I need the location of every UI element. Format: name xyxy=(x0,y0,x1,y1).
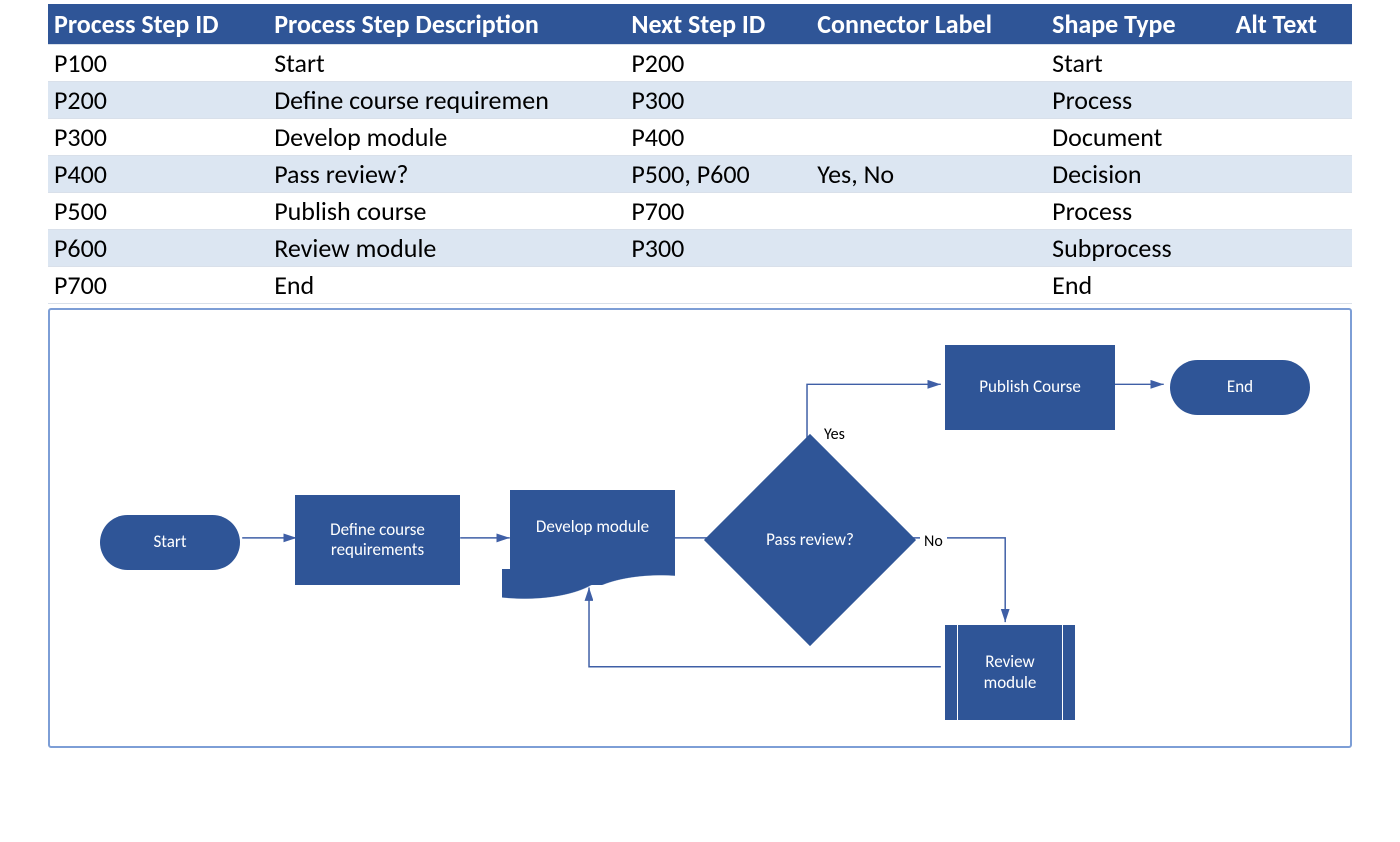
table-row: P600 Review module P300 Subprocess xyxy=(48,230,1352,267)
col-next-id: Next Step ID xyxy=(625,4,811,45)
cell-step-id: P600 xyxy=(48,230,268,267)
shape-end: End xyxy=(1170,360,1310,415)
cell-connector xyxy=(811,230,1046,267)
shape-label: Publish Course xyxy=(979,377,1081,397)
cell-connector xyxy=(811,193,1046,230)
cell-alt xyxy=(1230,267,1352,304)
cell-connector xyxy=(811,82,1046,119)
cell-step-id: P500 xyxy=(48,193,268,230)
cell-shape: Subprocess xyxy=(1046,230,1229,267)
cell-shape: Process xyxy=(1046,82,1229,119)
shape-develop-module: Develop module xyxy=(510,490,675,585)
table-row: P700 End End xyxy=(48,267,1352,304)
cell-step-id: P100 xyxy=(48,45,268,82)
cell-alt xyxy=(1230,45,1352,82)
shape-label: Develop module xyxy=(536,517,649,537)
process-table: Process Step ID Process Step Description… xyxy=(48,4,1352,304)
cell-description: Pass review? xyxy=(268,156,625,193)
cell-alt xyxy=(1230,193,1352,230)
cell-description: Define course requiremen xyxy=(268,82,625,119)
col-alt: Alt Text xyxy=(1230,4,1352,45)
cell-step-id: P400 xyxy=(48,156,268,193)
table-row: P300 Develop module P400 Document xyxy=(48,119,1352,156)
shape-label: Define course requirements xyxy=(301,520,454,561)
shape-publish-course: Publish Course xyxy=(945,345,1115,430)
cell-next-id xyxy=(625,267,811,304)
cell-alt xyxy=(1230,82,1352,119)
flowchart-canvas: Start Define course requirements Develop… xyxy=(48,308,1352,748)
cell-next-id: P300 xyxy=(625,82,811,119)
cell-step-id: P300 xyxy=(48,119,268,156)
cell-next-id: P500, P600 xyxy=(625,156,811,193)
shape-label: Pass review? xyxy=(766,530,854,550)
cell-next-id: P700 xyxy=(625,193,811,230)
cell-description: Start xyxy=(268,45,625,82)
cell-shape: Document xyxy=(1046,119,1229,156)
cell-description: Develop module xyxy=(268,119,625,156)
table-row: P200 Define course requiremen P300 Proce… xyxy=(48,82,1352,119)
shape-define-requirements: Define course requirements xyxy=(295,495,460,585)
cell-connector xyxy=(811,267,1046,304)
shape-label: Start xyxy=(153,532,186,552)
cell-shape: Process xyxy=(1046,193,1229,230)
cell-description: End xyxy=(268,267,625,304)
cell-description: Publish course xyxy=(268,193,625,230)
cell-connector xyxy=(811,119,1046,156)
cell-alt xyxy=(1230,156,1352,193)
col-description: Process Step Description xyxy=(268,4,625,45)
cell-alt xyxy=(1230,230,1352,267)
shape-decision-pass-review: Pass review? xyxy=(735,465,885,615)
col-connector: Connector Label xyxy=(811,4,1046,45)
cell-next-id: P400 xyxy=(625,119,811,156)
shape-label: End xyxy=(1227,377,1253,397)
cell-connector xyxy=(811,45,1046,82)
shape-start: Start xyxy=(100,515,240,570)
shape-review-module: Review module xyxy=(945,625,1075,720)
cell-step-id: P700 xyxy=(48,267,268,304)
edge-label-no: No xyxy=(920,532,947,551)
cell-shape: Decision xyxy=(1046,156,1229,193)
cell-next-id: P200 xyxy=(625,45,811,82)
table-row: P400 Pass review? P500, P600 Yes, No Dec… xyxy=(48,156,1352,193)
cell-alt xyxy=(1230,119,1352,156)
table-row: P500 Publish course P700 Process xyxy=(48,193,1352,230)
connectors xyxy=(50,310,1350,746)
cell-description: Review module xyxy=(268,230,625,267)
cell-connector: Yes, No xyxy=(811,156,1046,193)
table-row: P100 Start P200 Start xyxy=(48,45,1352,82)
cell-next-id: P300 xyxy=(625,230,811,267)
cell-step-id: P200 xyxy=(48,82,268,119)
cell-shape: End xyxy=(1046,267,1229,304)
col-step-id: Process Step ID xyxy=(48,4,268,45)
edge-label-yes: Yes xyxy=(820,425,849,444)
cell-shape: Start xyxy=(1046,45,1229,82)
shape-label: Review module xyxy=(965,652,1055,693)
col-shape: Shape Type xyxy=(1046,4,1229,45)
